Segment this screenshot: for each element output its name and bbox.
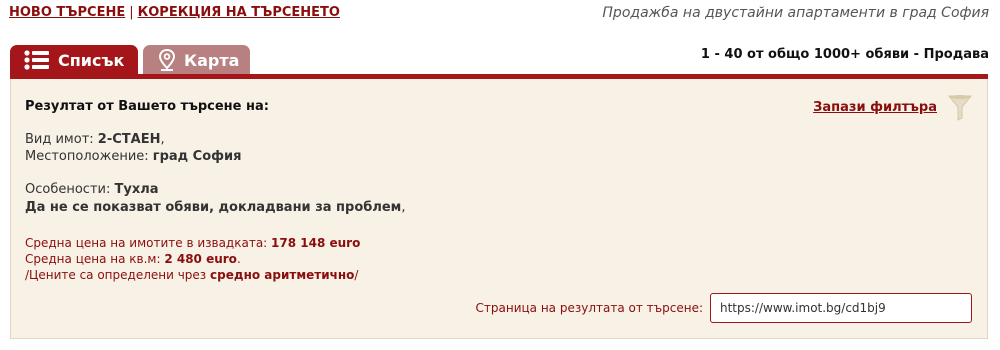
property-type-suffix: , bbox=[160, 132, 165, 147]
property-type-label: Вид имот: bbox=[25, 132, 94, 147]
features-line: Особености: Тухла bbox=[25, 182, 159, 197]
method-suffix: / bbox=[354, 268, 359, 282]
property-type-line: Вид имот: 2-СТАЕН, bbox=[25, 132, 165, 147]
avg-sqm-value: 2 480 euro bbox=[164, 252, 237, 266]
method-value: средно аритметично bbox=[210, 268, 355, 282]
features-label: Особености: bbox=[25, 182, 111, 197]
summary-heading: Резултат от Вашето търсене на: bbox=[25, 99, 269, 114]
result-page-label: Страница на резултата от търсене: bbox=[475, 301, 703, 315]
method-line: /Цените са определени чрез средно аритме… bbox=[25, 268, 358, 282]
hide-reported-line: Да не се показват обяви, докладвани за п… bbox=[25, 200, 405, 215]
tab-list-label: Списък bbox=[58, 50, 125, 70]
avg-sqm-suffix: . bbox=[236, 252, 241, 266]
save-filter-link[interactable]: Запази филтъра bbox=[813, 100, 937, 115]
result-page-url-field[interactable] bbox=[710, 293, 972, 323]
location-label: Местоположение: bbox=[25, 149, 149, 164]
tab-list[interactable]: Списък bbox=[10, 45, 138, 75]
tab-map-label: Карта bbox=[184, 50, 240, 70]
hide-reported-suffix: , bbox=[401, 200, 406, 215]
tab-map[interactable]: Карта bbox=[143, 45, 250, 75]
hide-reported-text: Да не се показват обяви, докладвани за п… bbox=[25, 200, 402, 215]
map-pin-icon bbox=[158, 49, 176, 71]
method-prefix: /Цените са определени чрез bbox=[25, 268, 207, 282]
avg-sqm-label: Средна цена на кв.м: bbox=[25, 252, 161, 266]
page-subtitle: Продажба на двустайни апартаменти в град… bbox=[602, 5, 989, 21]
funnel-icon[interactable] bbox=[947, 94, 973, 126]
search-summary-panel: Резултат от Вашето търсене на: Запази фи… bbox=[10, 79, 988, 339]
location-value: град София bbox=[152, 149, 242, 164]
list-icon bbox=[24, 50, 50, 70]
avg-sqm-line: Средна цена на кв.м: 2 480 euro. bbox=[25, 252, 241, 266]
top-links: НОВО ТЪРСЕНЕ | КОРЕКЦИЯ НА ТЪРСЕНЕТО bbox=[9, 5, 340, 20]
avg-price-label: Средна цена на имотите в извадката: bbox=[25, 236, 268, 250]
link-separator: | bbox=[129, 5, 134, 20]
avg-price-value: 178 148 euro bbox=[271, 236, 361, 250]
new-search-link[interactable]: НОВО ТЪРСЕНЕ bbox=[9, 5, 125, 20]
features-value: Тухла bbox=[114, 182, 159, 197]
correct-search-link[interactable]: КОРЕКЦИЯ НА ТЪРСЕНЕТО bbox=[138, 5, 340, 20]
property-type-value: 2-СТАЕН bbox=[97, 132, 161, 147]
avg-price-line: Средна цена на имотите в извадката: 178 … bbox=[25, 236, 360, 250]
results-count: 1 - 40 от общо 1000+ обяви - Продава bbox=[700, 47, 989, 62]
location-line: Местоположение: град София bbox=[25, 149, 242, 164]
